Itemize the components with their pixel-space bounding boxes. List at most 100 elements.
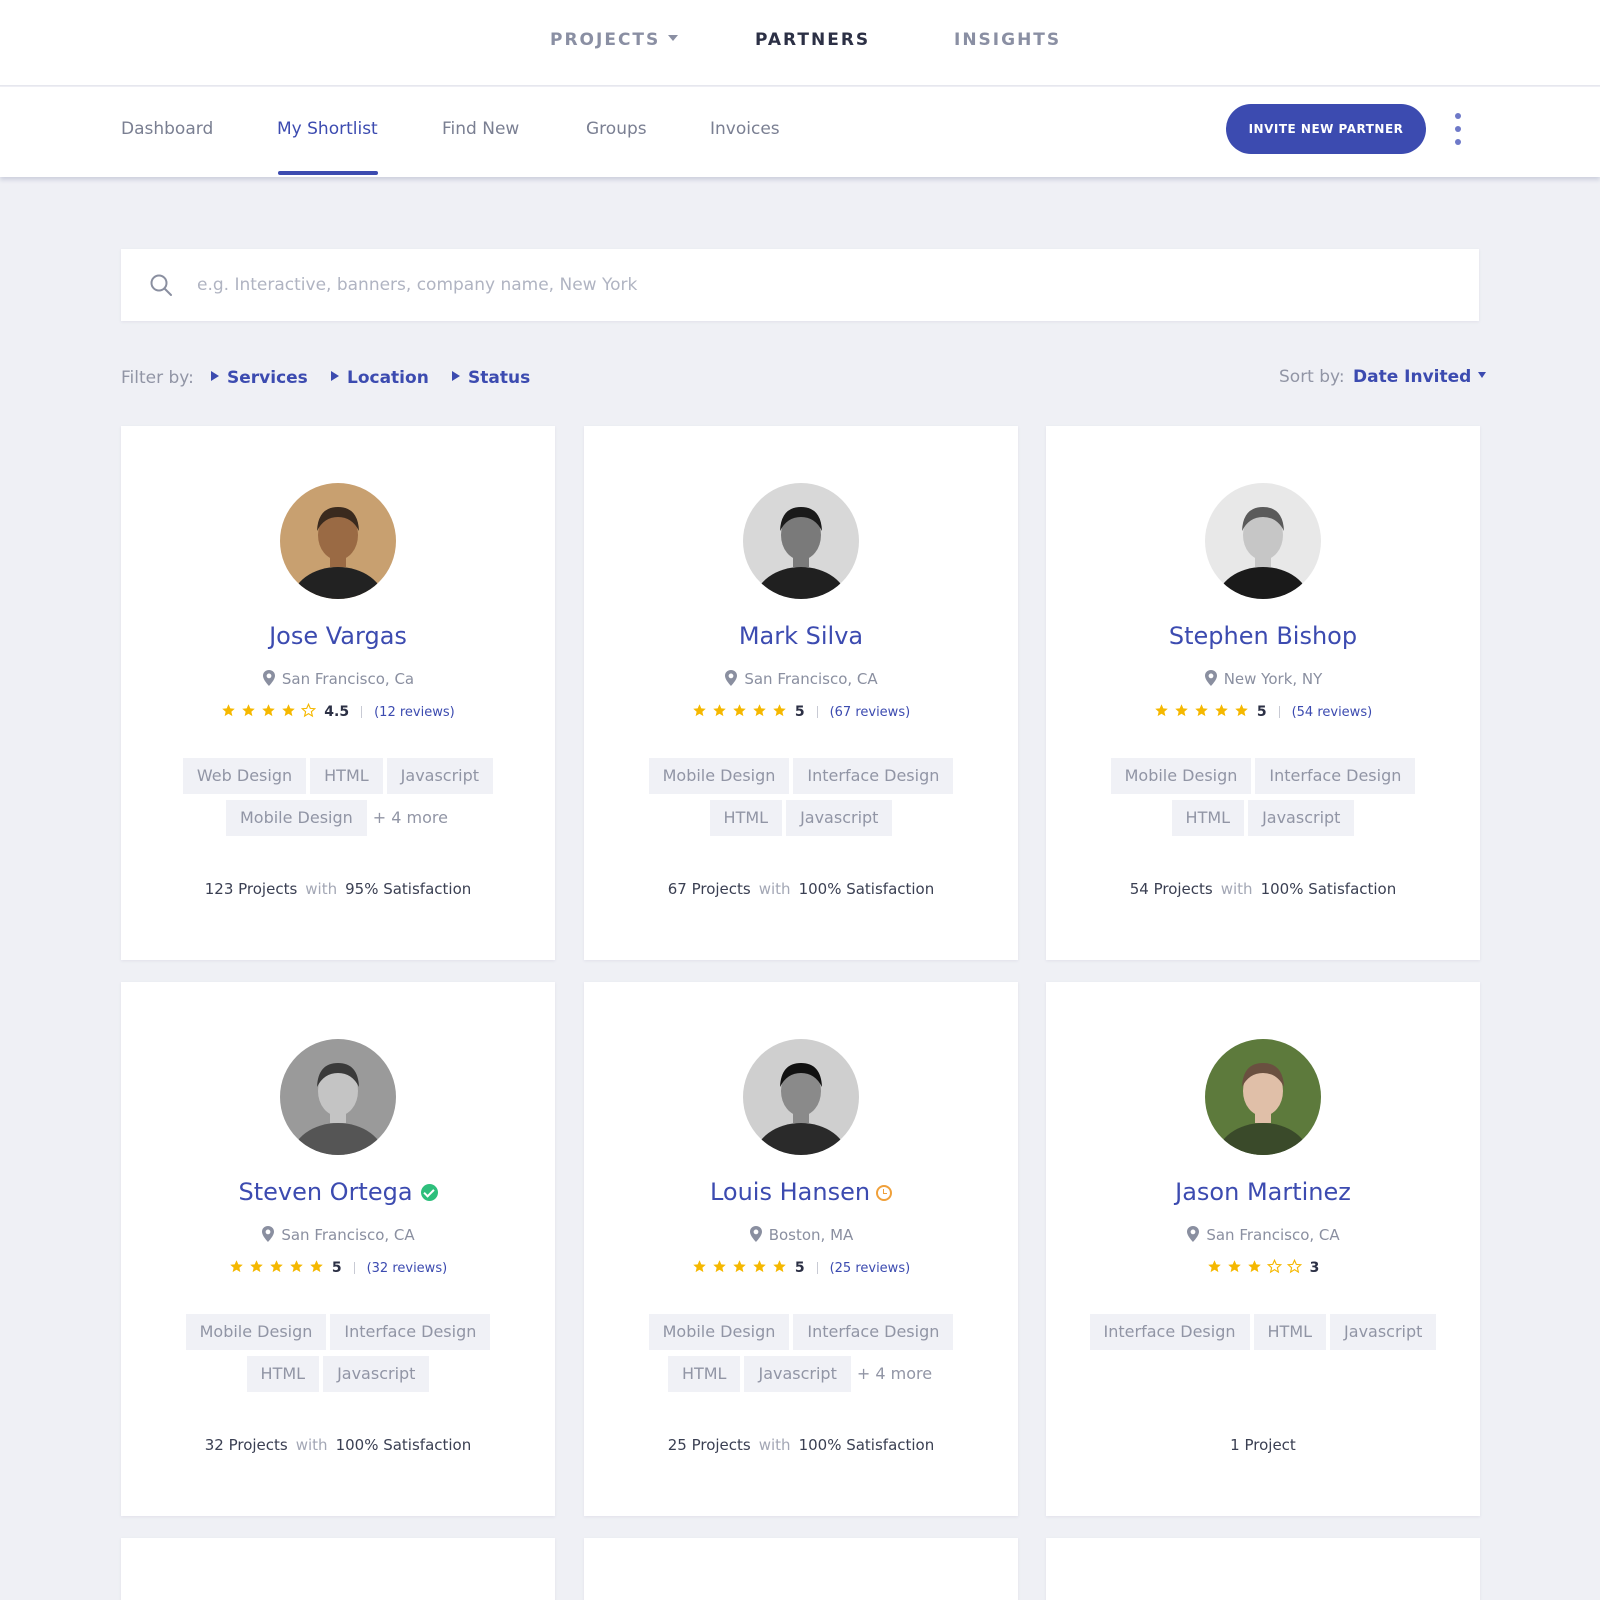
- partner-name[interactable]: Louis Hansen: [710, 1178, 870, 1206]
- skill-tag[interactable]: Interface Design: [1089, 1314, 1250, 1350]
- star-filled-icon: [693, 703, 706, 716]
- star-filled-icon: [753, 1259, 766, 1272]
- satisfaction-rate: 95% Satisfaction: [345, 880, 472, 898]
- reviews-link[interactable]: (32 reviews): [367, 1261, 448, 1276]
- skill-tag[interactable]: Mobile Design: [648, 758, 790, 794]
- partner-rating-row: 5 (32 reviews): [121, 1259, 555, 1276]
- star-filled-icon: [222, 703, 236, 716]
- partner-location-row: San Francisco, CA: [1046, 1225, 1480, 1244]
- filter-status[interactable]: Status: [452, 368, 530, 388]
- top-nav-partners[interactable]: PARTNERS: [755, 30, 870, 50]
- skill-tag[interactable]: Mobile Design: [648, 1314, 790, 1350]
- skill-tag[interactable]: HTML: [246, 1356, 320, 1392]
- star-filled-icon: [262, 703, 276, 716]
- skill-tag[interactable]: HTML: [1253, 1314, 1327, 1350]
- skill-tag[interactable]: HTML: [310, 758, 383, 794]
- skill-tag[interactable]: Javascript: [1248, 800, 1355, 836]
- partner-card[interactable]: Mark Silva San Francisco, CA 5 (67 reviews)…: [584, 426, 1018, 960]
- more-options-icon[interactable]: [1450, 113, 1466, 145]
- tab-find-new[interactable]: Find New: [442, 119, 519, 139]
- reviews-link[interactable]: (12 reviews): [374, 705, 455, 720]
- partner-name-row: Jose Vargas: [121, 622, 555, 650]
- star-filled-icon: [773, 1259, 786, 1272]
- skill-tag[interactable]: Javascript: [744, 1356, 851, 1392]
- skill-tag[interactable]: Javascript: [786, 800, 893, 836]
- partner-card[interactable]: [1046, 1538, 1480, 1600]
- partner-location-row: Boston, MA: [584, 1225, 1018, 1244]
- skill-tag[interactable]: Javascript: [1330, 1314, 1437, 1350]
- star-rating: [1154, 702, 1254, 718]
- active-tab-indicator: [278, 171, 378, 175]
- search-input[interactable]: [197, 267, 1397, 303]
- star-filled-icon: [1247, 1259, 1261, 1272]
- partner-name[interactable]: Stephen Bishop: [1169, 622, 1357, 650]
- sort-dropdown[interactable]: Date Invited: [1353, 367, 1487, 387]
- partner-name[interactable]: Jose Vargas: [269, 622, 407, 650]
- partner-location: San Francisco, CA: [744, 670, 878, 688]
- star-filled-icon: [753, 703, 766, 716]
- top-nav-projects[interactable]: PROJECTS: [550, 30, 679, 50]
- skill-tag[interactable]: Mobile Design: [225, 800, 367, 836]
- skill-tag[interactable]: HTML: [709, 800, 783, 836]
- rating-value: 4.5: [324, 704, 350, 720]
- partner-card[interactable]: Steven Ortega San Francisco, CA 5 (32 revie…: [121, 982, 555, 1516]
- skill-tag[interactable]: Javascript: [386, 758, 494, 794]
- partner-card[interactable]: Jason Martinez San Francisco, CA 3 Interfac…: [1046, 982, 1480, 1516]
- skill-tag[interactable]: HTML: [1171, 800, 1245, 836]
- partner-card[interactable]: [121, 1538, 555, 1600]
- filter-location[interactable]: Location: [331, 368, 429, 388]
- location-pin-icon: [725, 669, 738, 686]
- partner-name-row: Mark Silva: [584, 622, 1018, 650]
- filter-location-label: Location: [347, 368, 429, 388]
- tab-groups[interactable]: Groups: [586, 119, 647, 139]
- skill-tag[interactable]: Javascript: [323, 1356, 430, 1392]
- star-filled-icon: [250, 1259, 263, 1272]
- skill-tag[interactable]: Mobile Design: [1110, 758, 1252, 794]
- rating-value: 5: [331, 1260, 342, 1276]
- tab-invoices[interactable]: Invoices: [710, 119, 780, 139]
- skill-tags: Mobile Design Interface Design HTML Javascr…: [614, 758, 988, 842]
- partner-name[interactable]: Steven Ortega: [238, 1178, 412, 1206]
- skill-tag[interactable]: HTML: [667, 1356, 741, 1392]
- projects-count: 67 Projects: [667, 880, 751, 898]
- skill-tag[interactable]: Interface Design: [793, 758, 954, 794]
- partner-rating-row: 5 (25 reviews): [584, 1259, 1018, 1276]
- filter-services[interactable]: Services: [211, 368, 308, 388]
- star-filled-icon: [1215, 703, 1228, 716]
- partner-name[interactable]: Mark Silva: [739, 622, 863, 650]
- partner-card[interactable]: Jose Vargas San Francisco, Ca 4.5 (12 revie…: [121, 426, 555, 960]
- partner-name-row: Stephen Bishop: [1046, 622, 1480, 650]
- skill-tag[interactable]: Interface Design: [330, 1314, 491, 1350]
- tab-my-shortlist[interactable]: My Shortlist: [277, 119, 378, 139]
- stats-with: with: [295, 1436, 328, 1454]
- location-pin-icon: [1204, 669, 1217, 686]
- more-tags-link[interactable]: + 4 more: [857, 1356, 932, 1392]
- pending-clock-icon: [876, 1184, 893, 1201]
- chevron-down-icon: [668, 35, 679, 41]
- skill-tag[interactable]: Interface Design: [793, 1314, 954, 1350]
- skill-tags: Mobile Design Interface Design HTML Javascr…: [614, 1314, 988, 1398]
- skill-tag[interactable]: Mobile Design: [185, 1314, 327, 1350]
- partner-location: San Francisco, CA: [281, 1226, 415, 1244]
- partner-location-row: San Francisco, Ca: [121, 669, 555, 688]
- top-nav-insights[interactable]: INSIGHTS: [954, 30, 1061, 50]
- satisfaction-rate: 100% Satisfaction: [798, 880, 935, 898]
- skill-tag[interactable]: Interface Design: [1255, 758, 1416, 794]
- partner-card[interactable]: Louis Hansen Boston, MA 5 (25 reviews) Mobil…: [584, 982, 1018, 1516]
- reviews-link[interactable]: (67 reviews): [830, 705, 911, 720]
- location-pin-icon: [749, 1225, 762, 1242]
- partner-card[interactable]: Stephen Bishop New York, NY 5 (54 reviews) M…: [1046, 426, 1480, 960]
- partner-rating-row: 5 (67 reviews): [584, 702, 1018, 720]
- partner-card[interactable]: [584, 1538, 1018, 1600]
- star-rating: [692, 702, 792, 718]
- verified-check-icon: [420, 1184, 438, 1201]
- reviews-link[interactable]: (54 reviews): [1292, 705, 1373, 720]
- reviews-link[interactable]: (25 reviews): [830, 1261, 911, 1276]
- chevron-down-icon: [1478, 372, 1487, 378]
- tab-dashboard[interactable]: Dashboard: [121, 119, 213, 139]
- more-tags-link[interactable]: + 4 more: [373, 800, 448, 836]
- invite-new-partner-button[interactable]: INVITE NEW PARTNER: [1226, 104, 1426, 154]
- partner-name[interactable]: Jason Martinez: [1175, 1178, 1351, 1206]
- projects-count: 54 Projects: [1129, 880, 1213, 898]
- skill-tag[interactable]: Web Design: [182, 758, 307, 794]
